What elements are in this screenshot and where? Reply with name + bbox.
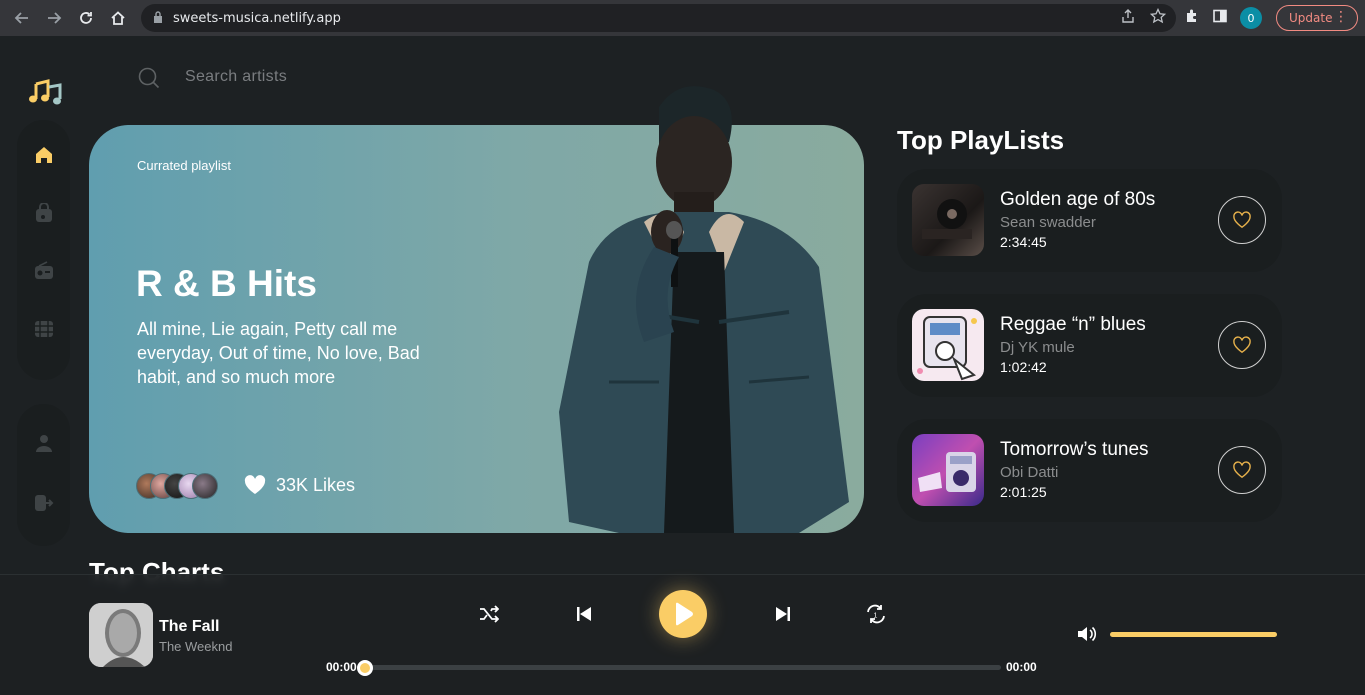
lock-icon — [153, 10, 163, 26]
url-text: sweets-musica.netlify.app — [173, 10, 341, 26]
playlist-cover — [912, 434, 984, 506]
progress-track[interactable] — [365, 665, 1001, 670]
play-button[interactable] — [659, 590, 707, 638]
likes-count: 33K Likes — [276, 475, 356, 495]
update-button[interactable]: Update ⋮ — [1276, 5, 1358, 31]
logout-icon[interactable] — [33, 492, 55, 514]
profile-icon[interactable] — [33, 432, 55, 454]
profile-avatar[interactable]: 0 — [1240, 7, 1262, 29]
sidebar-main-nav — [17, 120, 70, 380]
playlist-bag-icon[interactable] — [33, 202, 55, 224]
total-time: 00:00 — [1006, 660, 1037, 674]
radio-icon[interactable] — [33, 260, 55, 282]
hero-label: Currated playlist — [137, 158, 231, 173]
now-playing-artist: The Weeknd — [159, 639, 233, 654]
reload-icon[interactable] — [72, 4, 100, 32]
music-player-bar: The Fall The Weeknd 1 00:00 00:00 — [0, 574, 1365, 695]
like-button[interactable] — [1218, 196, 1266, 244]
shuffle-icon[interactable] — [478, 603, 500, 625]
home-icon[interactable] — [33, 144, 55, 166]
search-input[interactable] — [185, 64, 585, 90]
playlist-duration: 2:01:25 — [1000, 484, 1047, 500]
playlist-card[interactable]: Reggae “n” blues Dj YK mule 1:02:42 — [897, 294, 1282, 397]
heart-outline-icon — [1233, 336, 1251, 354]
heart-icon[interactable] — [244, 475, 266, 499]
home-page-icon[interactable] — [104, 4, 132, 32]
music-notes-icon[interactable] — [28, 78, 62, 115]
svg-text:1: 1 — [874, 613, 878, 620]
playlist-cover — [912, 184, 984, 256]
playlist-name: Reggae “n” blues — [1000, 314, 1146, 335]
current-time: 00:00 — [326, 660, 357, 674]
listener-avatars — [136, 473, 218, 499]
playlist-duration: 1:02:42 — [1000, 359, 1047, 375]
sidebar-user-nav — [17, 404, 70, 546]
playlist-card[interactable]: Golden age of 80s Sean swadder 2:34:45 — [897, 169, 1282, 272]
volume-fill — [1110, 632, 1277, 637]
progress-handle[interactable] — [357, 660, 373, 676]
playlist-artist: Obi Datti — [1000, 464, 1059, 481]
address-bar[interactable]: sweets-musica.netlify.app — [141, 4, 1176, 32]
like-button[interactable] — [1218, 321, 1266, 369]
search-icon[interactable] — [137, 66, 161, 90]
playlist-artist: Dj YK mule — [1000, 339, 1075, 356]
playlist-artist: Sean swadder — [1000, 214, 1096, 231]
playlist-cover — [912, 309, 984, 381]
like-button[interactable] — [1218, 446, 1266, 494]
forward-arrow-icon[interactable] — [40, 4, 68, 32]
playlist-card[interactable]: Tomorrow’s tunes Obi Datti 2:01:25 — [897, 419, 1282, 522]
volume-icon[interactable] — [1077, 625, 1097, 643]
now-playing-cover — [89, 603, 153, 667]
back-arrow-icon[interactable] — [8, 4, 36, 32]
hero-title: R & B Hits — [136, 263, 317, 304]
playlist-name: Golden age of 80s — [1000, 189, 1156, 210]
music-app: Currated playlist R & B Hits All mine, L… — [0, 36, 1365, 695]
play-icon — [676, 602, 693, 626]
hero-description: All mine, Lie again, Petty call me every… — [137, 319, 420, 387]
top-playlists-title: Top PlayLists — [897, 125, 1065, 155]
side-panel-icon[interactable] — [1212, 8, 1228, 28]
bookmark-star-icon[interactable] — [1149, 7, 1167, 28]
playlist-duration: 2:34:45 — [1000, 234, 1047, 250]
hero-playlist-card[interactable]: Currated playlist R & B Hits All mine, L… — [89, 86, 864, 533]
next-icon[interactable] — [772, 603, 794, 625]
heart-outline-icon — [1233, 211, 1251, 229]
share-icon[interactable] — [1120, 8, 1136, 28]
avatar — [192, 473, 218, 499]
browser-toolbar: sweets-musica.netlify.app 0 Update ⋮ — [0, 0, 1365, 36]
more-dots-icon: ⋮ — [1334, 9, 1348, 25]
now-playing-title: The Fall — [159, 618, 220, 635]
playlist-name: Tomorrow’s tunes — [1000, 439, 1149, 460]
volume-slider[interactable] — [1110, 632, 1277, 637]
singer-image — [559, 86, 849, 533]
videos-icon[interactable] — [33, 318, 55, 340]
heart-outline-icon — [1233, 461, 1251, 479]
update-label: Update — [1289, 11, 1333, 25]
previous-icon[interactable] — [573, 603, 595, 625]
extensions-puzzle-icon[interactable] — [1184, 8, 1200, 28]
repeat-one-icon[interactable]: 1 — [865, 603, 887, 625]
